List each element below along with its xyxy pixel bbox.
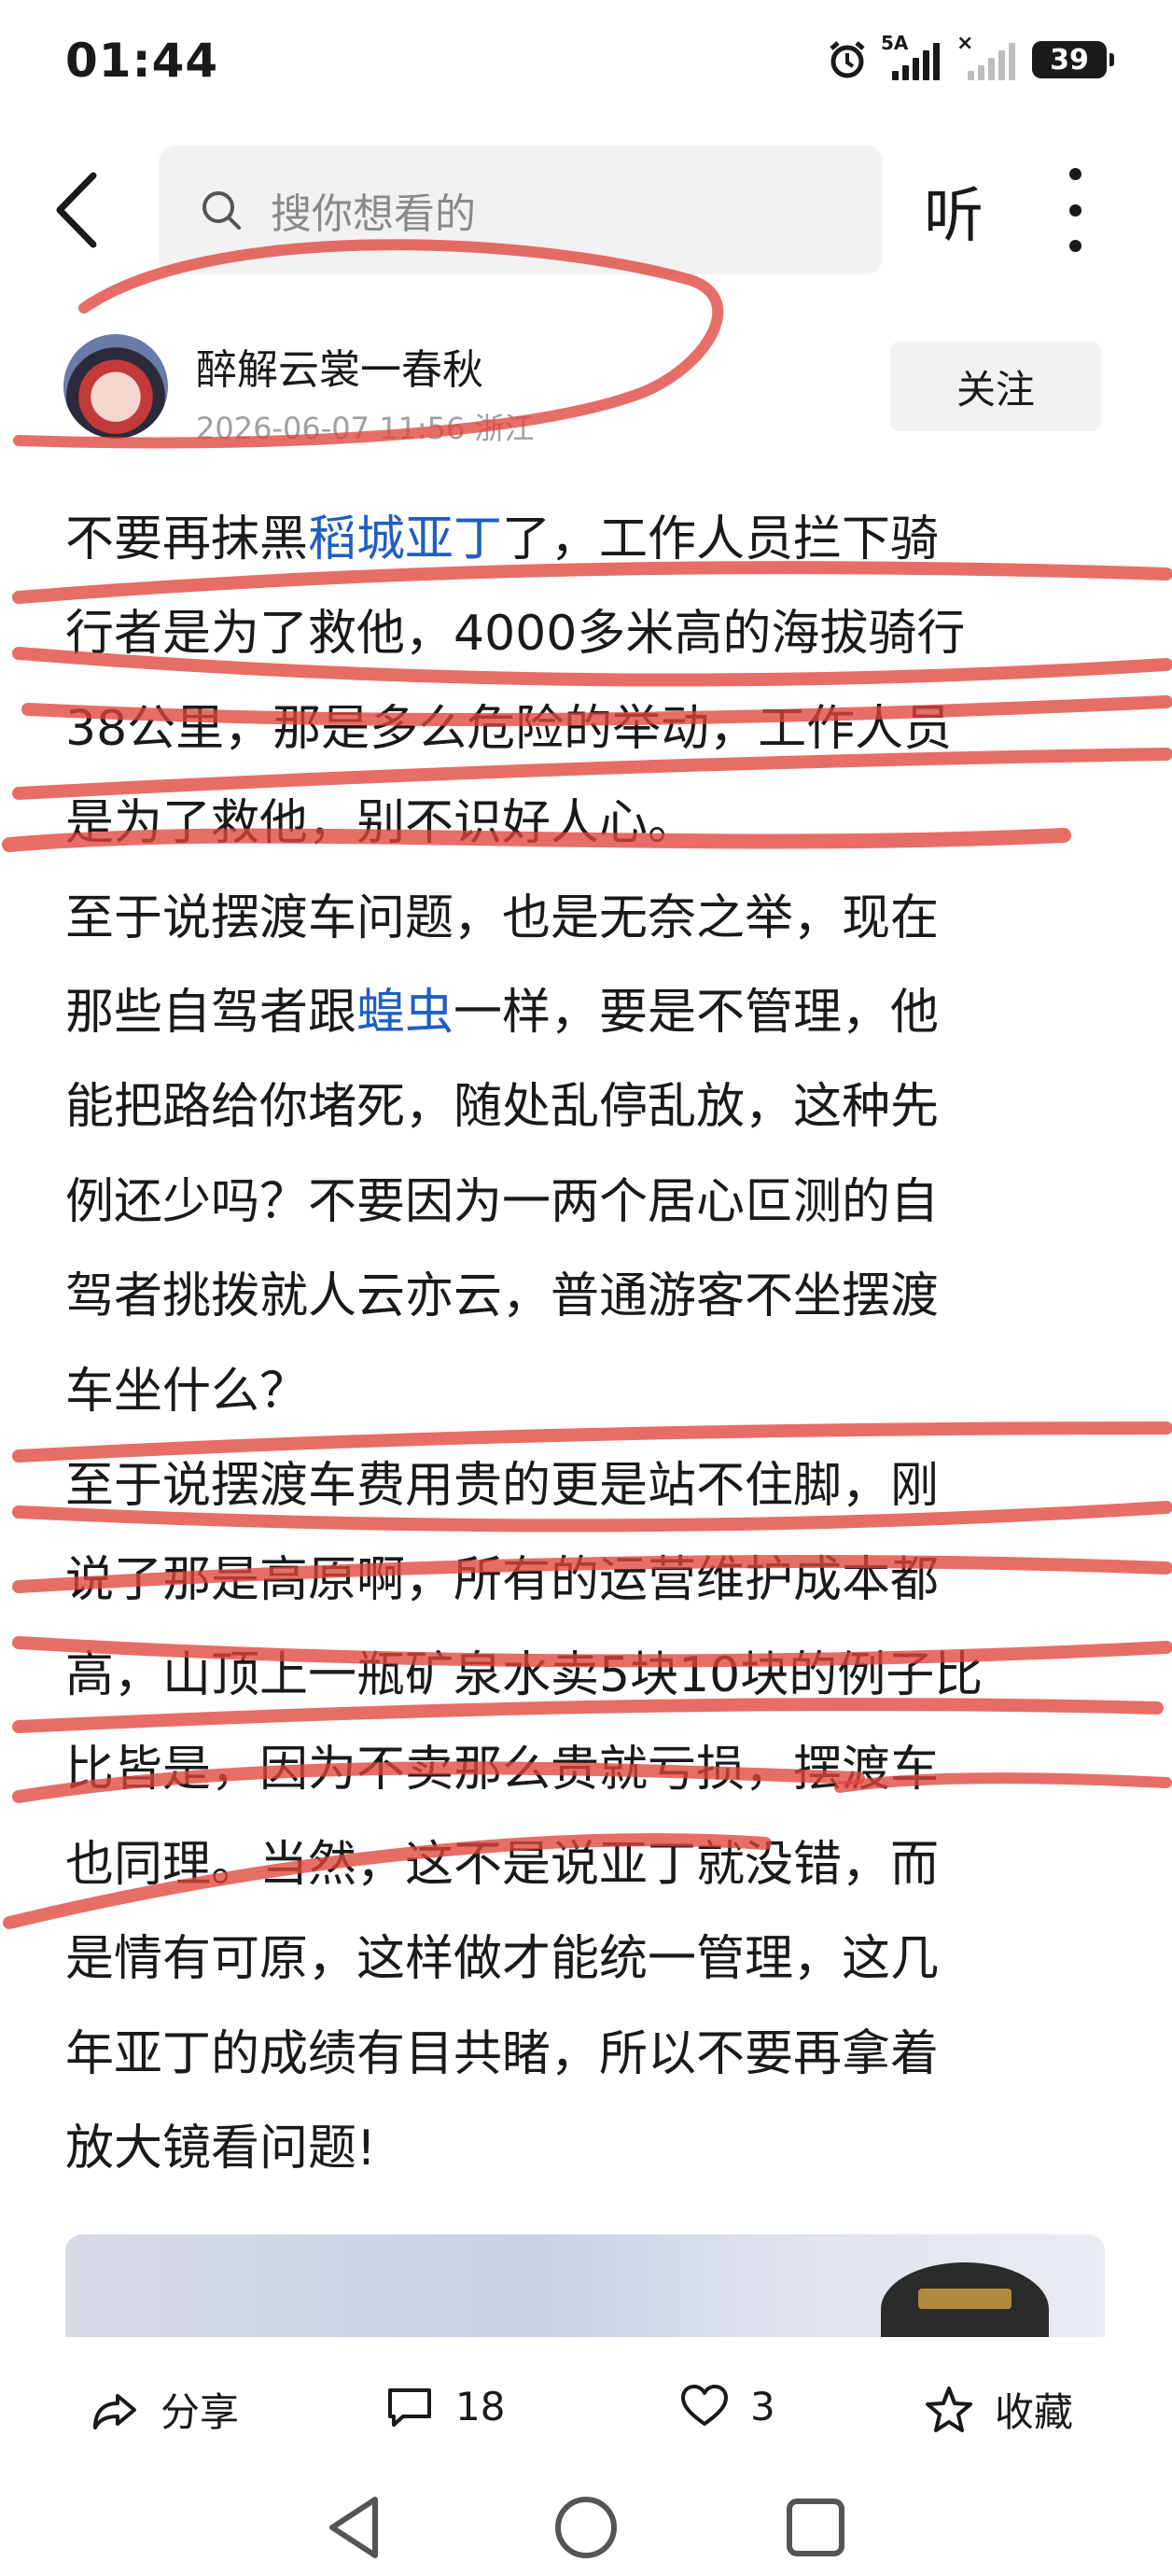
nav-back-icon[interactable] [317,2490,392,2565]
article-line: 车坐什么？ [65,1345,1110,1439]
status-icons: 5A × 39 [827,32,1114,80]
article-text: 车坐什么？ [65,1363,309,1420]
article-text: 也同理。当然，这不是说亚丁就没错，而 [65,1836,940,1893]
article-text: 不要再抹黑 [65,511,309,567]
article-text: 放大镜看问题! [65,2120,376,2177]
article-line: 放大镜看问题! [65,2102,1110,2196]
article-line: 比皆是，因为不卖那么贵就亏损，摆渡车 [65,1723,1110,1817]
article-text: 比皆是，因为不卖那么贵就亏损，摆渡车 [65,1742,940,1799]
search-placeholder: 搜你想看的 [271,190,476,238]
nav-home-icon[interactable] [549,2490,623,2565]
collect-label: 收藏 [995,2389,1074,2435]
article-text: 至于说摆渡车费用贵的更是站不住脚，刚 [65,1458,940,1515]
article-text: 38公里，那是多么危险的举动，工作人员 [65,700,953,757]
article-text: 行者是为了救他，4000多米高的海拔骑行 [65,606,966,663]
more-menu-icon[interactable] [1064,168,1086,252]
article-line: 至于说摆渡车费用贵的更是站不住脚，刚 [65,1439,1110,1533]
alarm-icon [830,41,865,78]
share-button[interactable]: 分享 [90,2381,239,2438]
post-image[interactable] [65,2234,1105,2337]
article-line: 不要再抹黑稻城亚丁了，工作人员拦下骑 [65,493,1110,587]
article-text: 说了那是高原啊，所有的运营维护成本都 [65,1552,940,1609]
cellular-signal-icon: 5A [881,32,940,80]
article-line: 驾者挑拨就人云亦云，普通游客不坐摆渡 [65,1250,1110,1344]
article-text: 高，山顶上一瓶矿泉水卖5块10块的例子比 [65,1646,984,1703]
like-count: 3 [750,2383,775,2429]
article-line: 是为了救他，别不识好人心。 [65,777,1110,871]
article-line: 例还少吗？不要因为一两个居心叵测的自 [65,1155,1110,1250]
article-line: 那些自驾者跟蝗虫一样，要是不管理，他 [65,966,1110,1060]
article-line: 至于说摆渡车问题，也是无奈之举，现在 [65,872,1110,966]
article-line: 行者是为了救他，4000多米高的海拔骑行 [65,587,1110,681]
article-line: 年亚丁的成绩有目共睹，所以不要再拿着 [65,2008,1110,2102]
star-icon [926,2386,972,2432]
back-arrow-icon[interactable] [49,168,105,252]
comment-icon [388,2388,431,2427]
nav-recents-icon[interactable] [778,2490,853,2565]
share-label: 分享 [160,2389,240,2435]
status-time: 01:44 [65,34,219,88]
article-body: 不要再抹黑稻城亚丁了，工作人员拦下骑行者是为了救他，4000多米高的海拔骑行 38… [65,493,1110,2196]
post-meta: 2026-06-07 11:56 浙江 [196,405,535,448]
article-text: 驾者挑拨就人云亦云，普通游客不坐摆渡 [65,1268,940,1325]
author-name[interactable]: 醉解云裳一春秋 [196,336,483,396]
article-text: 能把路给你堵死，随处乱停乱放，这种先 [65,1079,940,1136]
comment-count: 18 [455,2383,506,2429]
article-text: 是情有可原，这样做才能统一管理，这几 [65,1931,940,1988]
action-bar: 分享 18 3 收藏 [0,2338,1172,2478]
article-line: 说了那是高原啊，所有的运营维护成本都 [65,1533,1110,1628]
comment-button[interactable]: 18 [384,2381,505,2431]
share-icon [93,2393,136,2429]
search-icon [202,191,241,230]
post-timestamp: 2026-06-07 11:56 [196,411,466,446]
follow-button[interactable]: 关注 [890,342,1101,431]
article-line: 也同理。当然，这不是说亚丁就没错，而 [65,1818,1110,1912]
search-box[interactable]: 搜你想看的 [159,146,883,274]
article-text: 了，工作人员拦下骑 [502,511,940,567]
author-avatar[interactable] [63,334,168,439]
system-nav-bar [0,2483,1172,2576]
article-text: 至于说摆渡车问题，也是无奈之举，现在 [65,889,940,946]
heart-icon [681,2385,728,2426]
post-location: 浙江 [474,411,535,446]
like-button[interactable]: 3 [679,2381,775,2431]
cellular-signal-2-icon: × [956,32,1015,80]
article-text: 一样，要是不管理，他 [453,985,940,1042]
article-text: 是为了救他，别不识好人心。 [65,795,697,852]
article-line: 38公里，那是多么危险的举动，工作人员 [65,682,1110,777]
article-line: 能把路给你堵死，随处乱停乱放，这种先 [65,1060,1110,1155]
article-text: 例还少吗？不要因为一两个居心叵测的自 [65,1173,940,1230]
topic-link[interactable]: 稻城亚丁 [308,511,502,567]
topic-link[interactable]: 蝗虫 [356,985,453,1041]
article-text: 那些自驾者跟 [65,985,357,1042]
article-line: 是情有可原，这样做才能统一管理，这几 [65,1912,1110,2007]
listen-button[interactable]: 听 [924,168,984,254]
article-line: 高，山顶上一瓶矿泉水卖5块10块的例子比 [65,1629,1110,1723]
battery-icon: 39 [1032,41,1114,78]
collect-button[interactable]: 收藏 [924,2381,1073,2438]
article-text: 年亚丁的成绩有目共睹，所以不要再拿着 [65,2025,940,2082]
